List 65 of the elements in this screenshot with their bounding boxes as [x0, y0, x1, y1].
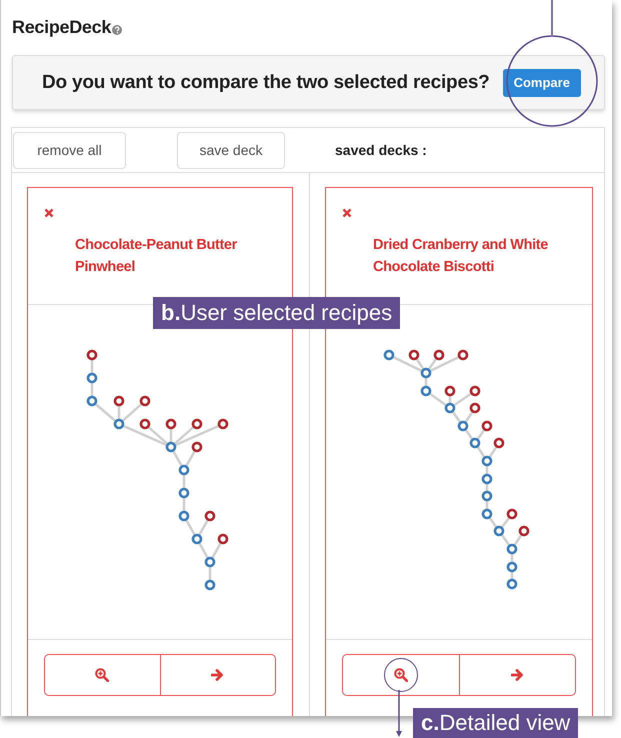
ingredient-node: [470, 386, 480, 396]
ingredient-node: [458, 350, 468, 360]
leader-arrow: [396, 690, 402, 737]
open-button[interactable]: [160, 655, 275, 695]
save-deck-button[interactable]: save deck: [177, 132, 285, 168]
open-button[interactable]: [458, 655, 575, 695]
ingredient-node: [140, 396, 150, 406]
step-node: [482, 508, 492, 520]
step-node: [482, 456, 492, 466]
step-node: [420, 386, 432, 396]
step-node: [494, 526, 504, 536]
app-title: RecipeDeck: [12, 17, 112, 38]
ingredient-node: [470, 402, 480, 414]
ingredient-node: [218, 418, 228, 430]
compare-button[interactable]: Compare: [502, 68, 581, 96]
step-node: [204, 580, 216, 590]
step-node: [86, 396, 98, 406]
arrow-right-icon: [510, 669, 524, 681]
annotation-label: b.User selected recipes: [153, 297, 400, 329]
step-node: [114, 418, 124, 430]
step-node: [482, 474, 492, 484]
step-node: [506, 544, 518, 554]
step-node: [506, 578, 518, 590]
step-node: [458, 420, 468, 432]
ingredient-node: [434, 350, 444, 360]
ingredient-node: [86, 350, 98, 360]
ingredient-node: [218, 534, 228, 544]
zoom-in-icon: [95, 668, 110, 682]
recipe-title[interactable]: Dried Cranberry and White Chocolate Biscotti: [373, 234, 588, 278]
ingredient-node: [482, 420, 492, 432]
zoom-in-icon: [394, 668, 408, 682]
help-icon[interactable]: [112, 25, 122, 35]
ingredient-node: [166, 418, 176, 430]
close-icon[interactable]: [44, 208, 54, 218]
step-node: [482, 490, 492, 502]
annotation-label: c.Detailed view: [413, 708, 578, 738]
ingredient-node: [518, 526, 530, 536]
step-node: [444, 402, 456, 414]
arrow-right-icon: [211, 669, 224, 681]
ingredient-node: [140, 418, 150, 430]
ingredient-node: [494, 438, 504, 448]
saved-decks-label: saved decks :: [335, 142, 427, 158]
ingredient-node: [408, 350, 420, 360]
step-node: [166, 442, 176, 452]
recipe-title[interactable]: Chocolate-Peanut Butter Pinwheel: [75, 234, 288, 278]
ingredient-node: [192, 418, 202, 430]
ingredient-node: [192, 442, 202, 452]
remove-all-button[interactable]: remove all: [13, 132, 126, 168]
step-node: [192, 534, 202, 544]
step-node: [178, 488, 190, 498]
step-node: [506, 562, 518, 572]
ingredient-node: [204, 510, 216, 522]
ingredient-node: [444, 386, 456, 396]
step-node: [178, 464, 190, 476]
step-node: [470, 438, 480, 448]
leader-line: [551, 0, 553, 35]
step-node: [384, 350, 394, 360]
step-node: [204, 556, 216, 568]
step-node: [420, 368, 432, 378]
step-node: [86, 372, 98, 384]
ingredient-node: [506, 508, 518, 520]
ingredient-node: [114, 396, 124, 406]
step-node: [178, 510, 190, 522]
compare-question: Do you want to compare the two selected recipes?: [42, 72, 490, 94]
close-icon[interactable]: [342, 208, 352, 218]
